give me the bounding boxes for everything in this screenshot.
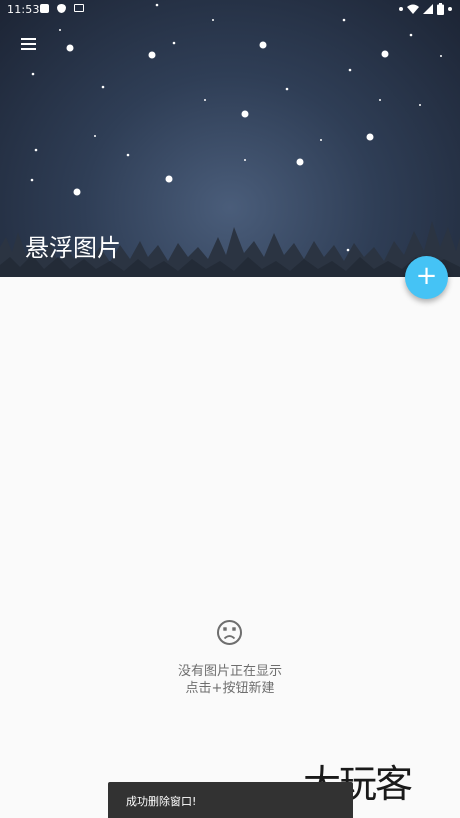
status-time: 11:53: [7, 3, 40, 16]
wifi-icon: [407, 4, 419, 14]
notification-dot-icon: [448, 7, 452, 11]
screenshot-notification-icon: [74, 4, 84, 12]
snackbar-message: 成功删除窗口!: [126, 795, 197, 808]
page-title: 悬浮图片: [25, 234, 121, 262]
empty-state-hint: 点击+按钮新建: [185, 681, 275, 696]
add-icon: +: [415, 261, 438, 291]
snackbar: 成功删除窗口!: [108, 782, 353, 818]
status-bar: 11:53: [0, 0, 460, 20]
sad-face-icon: [217, 620, 242, 645]
battery-icon: [437, 3, 444, 15]
hamburger-menu-icon: [20, 38, 36, 40]
add-image-button[interactable]: +: [405, 256, 448, 299]
notification-dot-icon: [399, 7, 403, 11]
signal-icon: [423, 4, 433, 14]
menu-button[interactable]: [14, 30, 42, 58]
header-banner: 11:53 悬浮图片: [0, 0, 460, 277]
vpn-shield-icon: [57, 4, 66, 13]
notification-android-icon: [40, 4, 49, 13]
